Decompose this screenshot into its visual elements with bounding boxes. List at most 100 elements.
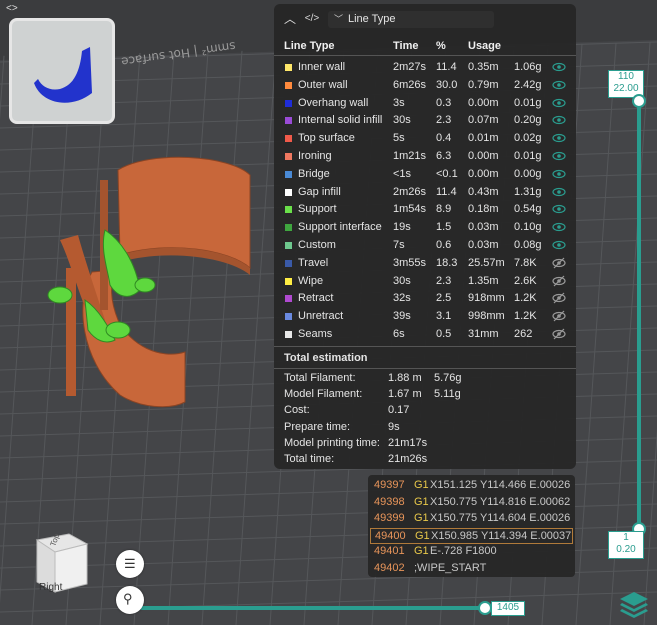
eye-off-icon[interactable] [552, 310, 566, 322]
eye-icon[interactable] [552, 97, 566, 109]
divider [274, 55, 576, 56]
legend-row[interactable]: Outer wall 6m26s 30.0 0.79m 2.42g [274, 77, 576, 95]
gcode-args: X150.775 Y114.604 E.00026 [430, 512, 571, 524]
line-type-name: Top surface [298, 132, 355, 145]
eye-icon[interactable] [552, 61, 566, 73]
line-type-name: Internal solid infill [298, 114, 383, 127]
legend-row[interactable]: Support interface 19s 1.5 0.03m 0.10g [274, 219, 576, 237]
legend-row[interactable]: Unretract 39s 3.1 998mm 1.2K [274, 308, 576, 326]
line-percent: 0.3 [436, 96, 452, 109]
estimation-row: Cost: 0.17 [274, 404, 576, 420]
line-time: <1s [393, 167, 412, 180]
color-swatch [285, 331, 292, 338]
line-length: 0.07m [468, 114, 499, 127]
legend-row[interactable]: Custom 7s 0.6 0.03m 0.08g [274, 237, 576, 255]
model-thumbnail[interactable] [9, 18, 115, 124]
legend-row[interactable]: Support 1m54s 8.9 0.18m 0.54g [274, 201, 576, 219]
line-length: 0.03m [468, 239, 499, 251]
collapse-icon[interactable]: ︿ [282, 11, 298, 27]
legend-row[interactable]: Inner wall 2m27s 11.4 0.35m 1.06g [274, 59, 576, 77]
legend-row[interactable]: Overhang wall 3s 0.3 0.00m 0.01g [274, 95, 576, 113]
line-time: 39s [393, 310, 411, 323]
col-header-percent: % [436, 40, 446, 52]
eye-icon[interactable] [552, 168, 566, 180]
eye-icon[interactable] [552, 79, 566, 91]
estimation-label: Model Filament: [284, 388, 363, 401]
layer-top-handle[interactable] [632, 94, 646, 108]
line-length: 0.79m [468, 78, 499, 91]
gcode-line[interactable]: 49398 G1 X150.775 Y114.816 E.00062 [370, 495, 573, 511]
line-weight: 0.01g [514, 96, 542, 109]
estimation-value: 0.17 [388, 404, 410, 417]
eye-off-icon[interactable] [552, 328, 566, 340]
gcode-line[interactable]: 49401 G1 E-.728 F1800 [370, 544, 573, 560]
line-type-name: Outer wall [298, 78, 348, 91]
color-swatch [285, 259, 292, 267]
gcode-line-number: 49399 [374, 512, 405, 524]
gcode-line[interactable]: 49399 G1 X150.775 Y114.604 E.00026 [370, 511, 573, 527]
line-weight: 0.08g [514, 239, 542, 251]
gcode-line-selected[interactable]: 49400 G1 X150.985 Y114.394 E.00037 [370, 527, 573, 544]
line-time: 6s [393, 328, 405, 340]
legend-row[interactable]: Ironing 1m21s 6.3 0.00m 0.01g [274, 148, 576, 166]
legend-row[interactable]: Top surface 5s 0.4 0.01m 0.02g [274, 130, 576, 148]
col-header-usage: Usage [468, 40, 502, 52]
search-button[interactable]: ⚲ [116, 586, 144, 614]
code-view-icon[interactable]: </> [304, 11, 320, 27]
line-type-name: Bridge [298, 167, 330, 180]
estimation-label: Cost: [284, 404, 310, 417]
line-percent: 2.5 [436, 292, 452, 305]
color-swatch [285, 206, 292, 214]
legend-row[interactable]: Travel 3m55s 18.3 25.57m 7.8K [274, 255, 576, 273]
eye-icon[interactable] [552, 132, 566, 144]
move-slider-track[interactable] [140, 606, 486, 610]
layers-icon[interactable] [618, 588, 650, 620]
eye-icon[interactable] [552, 186, 566, 198]
color-swatch [285, 277, 292, 285]
legend-row[interactable]: Wipe 30s 2.3 1.35m 2.6K [274, 273, 576, 291]
line-percent: <0.1 [436, 167, 458, 180]
line-percent: 0.6 [436, 239, 452, 251]
estimation-row: Prepare time: 9s [274, 421, 576, 437]
view-cube[interactable]: Right Top [25, 530, 95, 600]
layer-slider-track[interactable] [637, 90, 641, 530]
line-time: 2m27s [393, 61, 427, 73]
legend-row[interactable]: Bridge <1s <0.1 0.00m 0.00g [274, 166, 576, 184]
menu-button[interactable]: ☰ [116, 550, 144, 578]
gcode-args: X151.125 Y114.466 E.00026 [430, 479, 571, 491]
expand-icon[interactable]: <> [6, 3, 20, 15]
eye-off-icon[interactable] [552, 257, 566, 269]
gcode-line[interactable]: 49402 ;WIPE_START [370, 561, 573, 577]
line-weight: 7.8K [514, 256, 537, 269]
legend-row[interactable]: Seams 6s 0.5 31mm 262 [274, 326, 576, 344]
gcode-line[interactable]: 49397 G1 X151.125 Y114.466 E.00026 [370, 478, 573, 494]
line-type-name: Retract [298, 292, 334, 305]
estimation-value: 21m17s [388, 436, 428, 449]
estimation-value: 21m26s [388, 453, 428, 465]
line-time: 7s [393, 239, 405, 251]
move-slider-handle[interactable] [478, 601, 492, 615]
eye-icon[interactable] [552, 239, 566, 251]
legend-row[interactable]: Internal solid infill 30s 2.3 0.07m 0.20g [274, 112, 576, 130]
legend-row[interactable]: Retract 32s 2.5 918mm 1.2K [274, 290, 576, 308]
line-type-name: Support interface [298, 221, 382, 234]
line-length: 0.01m [468, 132, 499, 145]
move-slider-value: 1405 [491, 601, 525, 616]
bottom-layer-height: 0.20 [616, 544, 636, 555]
line-length: 998mm [468, 310, 505, 323]
bottom-layer-number: 1 [623, 532, 629, 543]
eye-off-icon[interactable] [552, 275, 566, 287]
line-type-dropdown[interactable]: ﹀ Line Type [328, 11, 494, 28]
line-time: 1m21s [393, 150, 427, 162]
eye-icon[interactable] [552, 203, 566, 215]
line-type-name: Inner wall [298, 61, 346, 73]
legend-row[interactable]: Gap infill 2m26s 11.4 0.43m 1.31g [274, 184, 576, 202]
color-swatch [285, 170, 292, 178]
eye-off-icon[interactable] [552, 292, 566, 304]
line-time: 19s [393, 221, 411, 234]
eye-icon[interactable] [552, 150, 566, 162]
legend-header: ︿ </> ﹀ Line Type [274, 4, 576, 32]
eye-icon[interactable] [552, 221, 566, 233]
eye-icon[interactable] [552, 114, 566, 126]
line-length: 0.00m [468, 150, 499, 162]
